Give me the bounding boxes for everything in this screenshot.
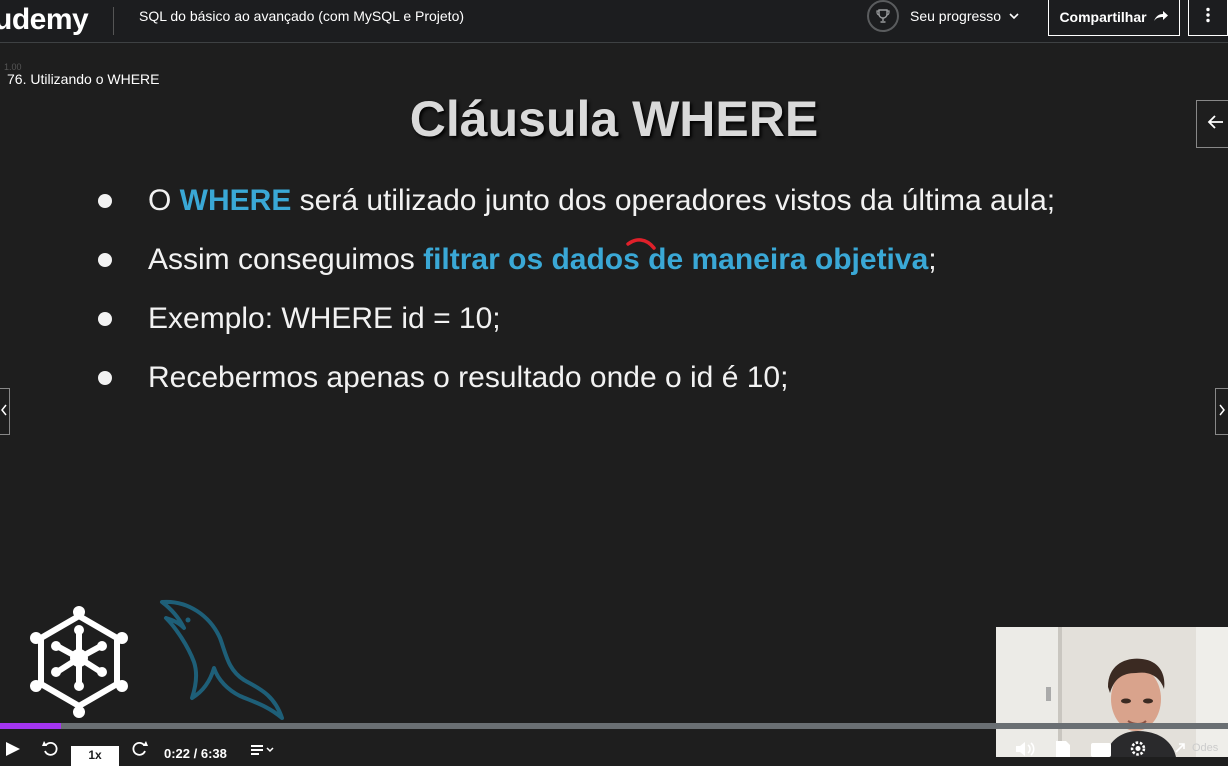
share-button[interactable]: Compartilhar: [1048, 0, 1180, 36]
chevron-left-icon: [1, 403, 7, 421]
webcam-feed: [996, 627, 1228, 757]
chevron-right-icon: [1219, 403, 1225, 421]
webcam-overlay-label: Odes: [1192, 742, 1219, 754]
settings-icon[interactable]: [1128, 740, 1148, 757]
more-options-button[interactable]: [1188, 0, 1228, 36]
bullet-item: Exemplo: WHERE id = 10;: [98, 299, 1055, 358]
bullet-text: Assim conseguimos: [148, 243, 424, 276]
arrow-left-icon: [1207, 114, 1225, 135]
play-icon[interactable]: [4, 740, 22, 757]
rewind-icon[interactable]: [42, 740, 60, 757]
bullet-dot: [98, 253, 112, 267]
bullet-highlight: filtrar os dados de maneira objetiva: [423, 243, 929, 276]
bullet-text: O: [148, 184, 180, 217]
course-title[interactable]: SQL do básico ao avançado (com MySQL e P…: [139, 8, 464, 24]
share-arrow-icon: [1153, 9, 1169, 26]
bullet-item: Assim conseguimos filtrar os dados de ma…: [98, 240, 1055, 299]
header-divider: [113, 7, 114, 35]
bullet-text: ;: [928, 243, 937, 276]
lecture-title: 76. Utilizando o WHERE: [7, 71, 160, 87]
video-progress-bar[interactable]: [0, 723, 1228, 729]
mysql-dolphin-logo: [160, 599, 284, 720]
video-progress-fill: [0, 723, 62, 729]
share-label: Compartilhar: [1059, 9, 1147, 25]
bullet-list: O WHERE será utilizado junto dos operado…: [98, 181, 1055, 417]
volume-icon[interactable]: [1014, 740, 1036, 757]
bullet-item: O WHERE será utilizado junto dos operado…: [98, 181, 1055, 240]
slide-title: Cláusula WHERE: [409, 91, 819, 147]
bullet-text: Recebermos apenas o resultado onde o id …: [148, 361, 789, 394]
playback-speed-button[interactable]: 1x: [71, 746, 119, 766]
fullscreen-icon[interactable]: [1174, 740, 1188, 757]
captions-icon[interactable]: [1090, 740, 1112, 757]
more-vertical-icon: [1206, 7, 1210, 28]
forward-icon[interactable]: [130, 740, 148, 757]
top-bar: udemy SQL do básico ao avançado (com MyS…: [0, 0, 1228, 43]
progress-label[interactable]: Seu progresso: [910, 8, 1001, 24]
previous-lecture-button[interactable]: [0, 388, 10, 435]
bullet-text: será utilizado junto dos operadores vist…: [291, 184, 1056, 217]
pen-annotation: [626, 238, 656, 250]
bullet-dot: [98, 194, 112, 208]
instructor-brand-logo: [30, 606, 128, 718]
bullet-item: Recebermos apenas o resultado onde o id …: [98, 358, 1055, 417]
bullet-highlight: WHERE: [179, 184, 292, 217]
bullet-text: Exemplo: WHERE id = 10;: [148, 302, 501, 335]
time-display: 0:22 / 6:38: [164, 746, 227, 761]
next-lecture-button[interactable]: [1215, 388, 1228, 435]
notes-icon[interactable]: [1054, 740, 1072, 757]
trophy-icon[interactable]: [867, 0, 899, 32]
udemy-logo[interactable]: udemy: [0, 3, 89, 37]
bullet-dot: [98, 312, 112, 326]
chevron-down-icon[interactable]: [1008, 6, 1020, 31]
transcript-icon[interactable]: [250, 740, 274, 757]
bullet-dot: [98, 371, 112, 385]
course-content-toggle[interactable]: [1196, 100, 1228, 148]
